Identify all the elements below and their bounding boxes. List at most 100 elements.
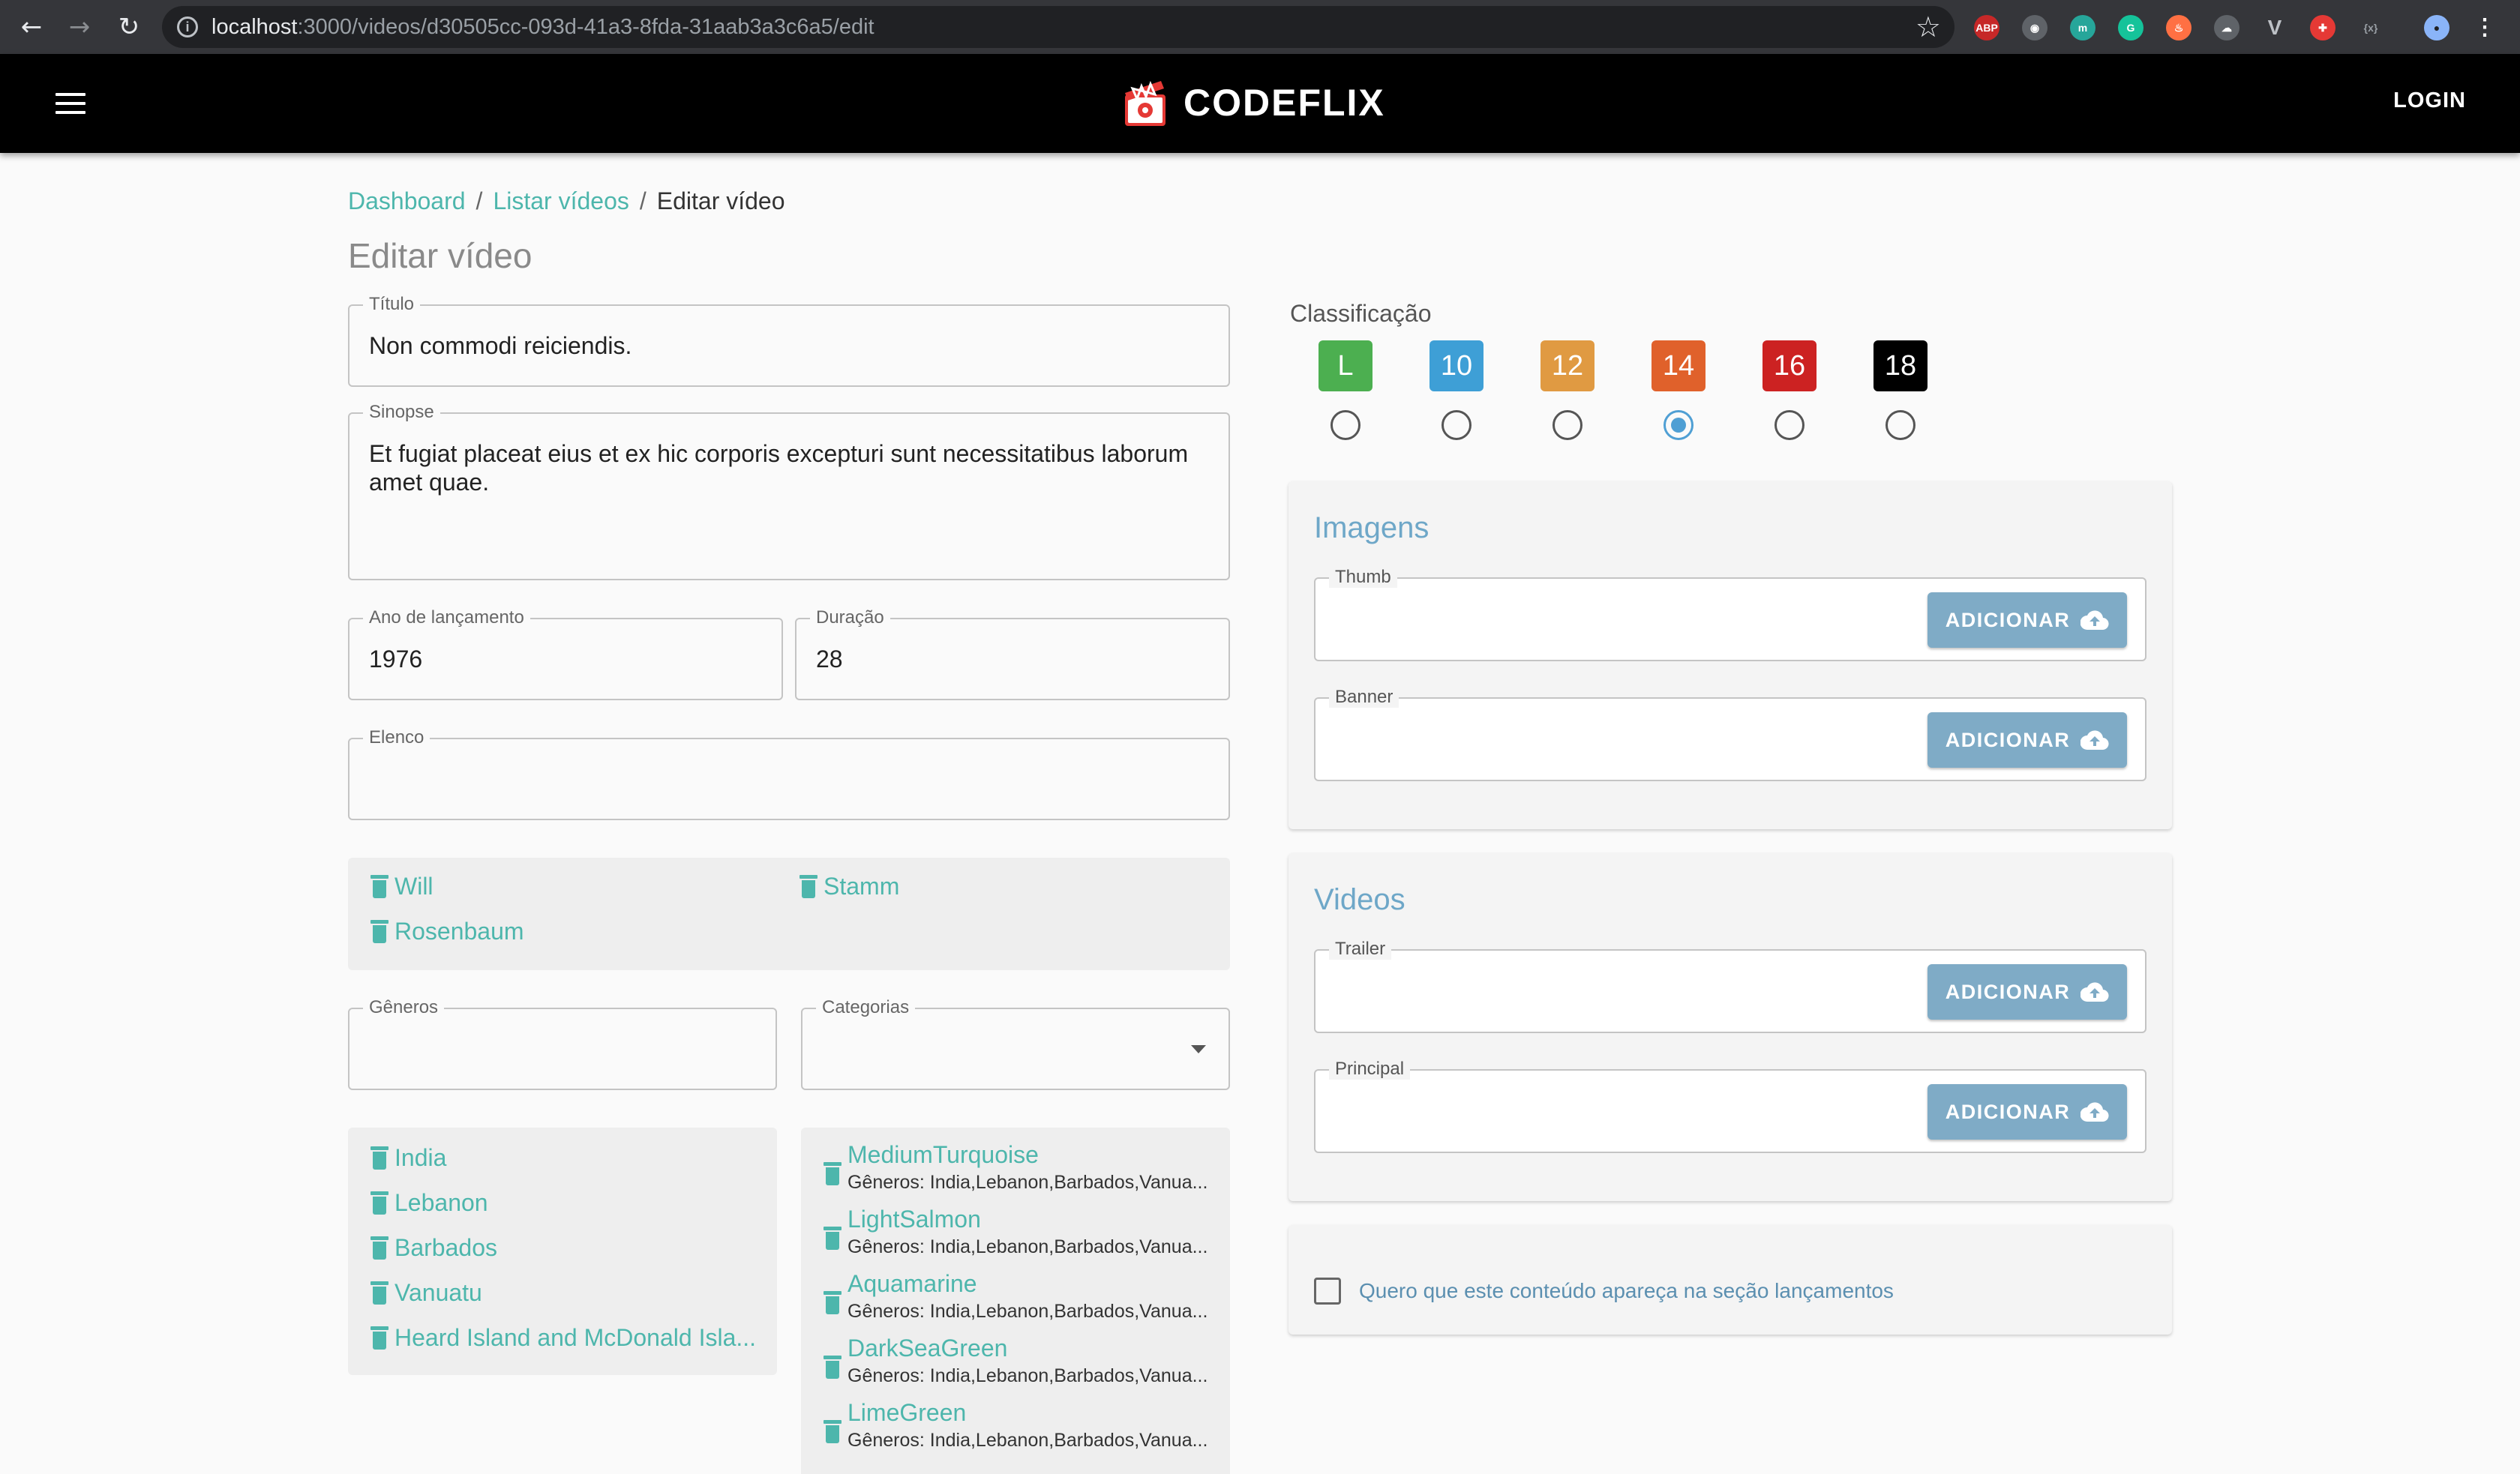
back-icon[interactable]: ← xyxy=(15,10,48,43)
dropdown-arrow-icon[interactable] xyxy=(1191,1045,1206,1053)
generos-field[interactable]: Gêneros xyxy=(348,997,777,1090)
extension-m-icon[interactable]: m xyxy=(2070,15,2096,40)
principal-label: Principal xyxy=(1329,1059,1411,1080)
banner-add-button[interactable]: ADICIONAR xyxy=(1928,712,2127,768)
extension-fire-icon[interactable]: ♨ xyxy=(2166,15,2192,40)
profile-avatar[interactable]: ● xyxy=(2424,15,2450,40)
elenco-field[interactable]: Elenco xyxy=(348,727,1230,820)
delete-icon[interactable] xyxy=(824,1162,842,1186)
lancamento-card: Quero que este conteúdo apareça na seção… xyxy=(1288,1225,2172,1335)
genre-chip[interactable]: Heard Island and McDonald Isla... xyxy=(370,1324,756,1352)
sinopse-value[interactable]: Et fugiat placeat eius et ex hic corpori… xyxy=(369,439,1209,496)
lancamento-checkbox-label[interactable]: Quero que este conteúdo apareça na seção… xyxy=(1359,1279,1894,1303)
thumb-add-button[interactable]: ADICIONAR xyxy=(1928,592,2127,648)
rating-radio[interactable] xyxy=(1442,410,1472,440)
breadcrumb-separator: / xyxy=(639,187,646,214)
category-name: Aquamarine xyxy=(848,1270,977,1297)
genre-chip[interactable]: Vanuatu xyxy=(370,1279,482,1307)
delete-icon[interactable] xyxy=(370,919,388,944)
url-text: localhost:3000/videos/d30505cc-093d-41a3… xyxy=(212,15,874,40)
duracao-field[interactable]: Duração 28 xyxy=(795,607,1230,700)
vue-devtools-icon[interactable]: V xyxy=(2262,15,2288,40)
rating-radio[interactable] xyxy=(1774,410,1804,440)
videos-title: Videos xyxy=(1314,883,1406,916)
extension-icon[interactable]: ◉ xyxy=(2022,15,2048,40)
extension-json-icon[interactable]: {x} xyxy=(2358,15,2384,40)
cast-member-chip[interactable]: Will xyxy=(370,873,434,900)
banner-upload-field[interactable]: Banner ADICIONAR xyxy=(1314,687,2146,781)
principal-add-button[interactable]: ADICIONAR xyxy=(1928,1084,2127,1140)
delete-icon[interactable] xyxy=(824,1227,842,1251)
delete-icon[interactable] xyxy=(370,1146,388,1170)
category-list: MediumTurquoise Gêneros: India,Lebanon,Ba… xyxy=(801,1128,1230,1474)
grammarly-extension-icon[interactable]: G xyxy=(2118,15,2144,40)
rating-radio[interactable] xyxy=(1664,410,1694,440)
ano-value[interactable]: 1976 xyxy=(369,645,762,673)
button-label: ADICIONAR xyxy=(1945,980,2071,1003)
bookmark-star-icon[interactable]: ☆ xyxy=(1916,10,1941,43)
codeflix-logo[interactable]: CODEFLIX xyxy=(1122,76,1385,129)
rating-badge: 16 xyxy=(1762,340,1816,391)
rating-badge: 10 xyxy=(1430,340,1484,391)
delete-icon[interactable] xyxy=(824,1356,842,1380)
delete-icon[interactable] xyxy=(800,874,818,899)
sinopse-field[interactable]: Sinopse Et fugiat placeat eius et ex hic… xyxy=(348,402,1230,580)
forward-icon[interactable]: → xyxy=(63,10,96,43)
sinopse-label: Sinopse xyxy=(363,402,440,423)
genre-chip[interactable]: India xyxy=(370,1144,446,1172)
genre-name: Lebanon xyxy=(394,1189,488,1216)
categorias-select[interactable]: Categorias xyxy=(801,997,1230,1090)
category-genres: Gêneros: India,Lebanon,Barbados,Vanua... xyxy=(848,1301,1208,1322)
rating-radio[interactable] xyxy=(1552,410,1582,440)
reload-icon[interactable]: ↻ xyxy=(112,10,146,43)
rating-radio[interactable] xyxy=(1330,410,1360,440)
category-chip[interactable]: Aquamarine Gêneros: India,Lebanon,Barbado… xyxy=(824,1270,1212,1323)
delete-icon[interactable] xyxy=(370,874,388,899)
breadcrumb-dashboard-link[interactable]: Dashboard xyxy=(348,187,466,214)
ano-field[interactable]: Ano de lançamento 1976 xyxy=(348,607,783,700)
category-genres: Gêneros: India,Lebanon,Barbados,Vanua... xyxy=(848,1236,1208,1257)
extension-cloud-icon[interactable]: ☁ xyxy=(2214,15,2240,40)
delete-icon[interactable] xyxy=(370,1326,388,1350)
titulo-value[interactable]: Non commodi reiciendis. xyxy=(369,331,1209,360)
cast-member-chip[interactable]: Rosenbaum xyxy=(370,918,524,945)
category-chip[interactable]: LimeGreen Gêneros: India,Lebanon,Barbados… xyxy=(824,1399,1212,1452)
address-bar[interactable]: i localhost:3000/videos/d30505cc-093d-41… xyxy=(162,6,1954,48)
category-chip[interactable]: MediumTurquoise Gêneros: India,Lebanon,Ba… xyxy=(824,1141,1212,1194)
genre-chip[interactable]: Barbados xyxy=(370,1234,497,1262)
trailer-upload-field[interactable]: Trailer ADICIONAR xyxy=(1314,939,2146,1033)
banner-label: Banner xyxy=(1329,687,1400,708)
imagens-card: Imagens Thumb ADICIONAR Banner ADICIONAR xyxy=(1288,481,2172,829)
cloud-upload-icon xyxy=(2080,610,2109,630)
category-chip[interactable]: LightSalmon Gêneros: India,Lebanon,Barbad… xyxy=(824,1206,1212,1258)
adblock-extension-icon[interactable]: ABP xyxy=(1974,15,2000,40)
trailer-add-button[interactable]: ADICIONAR xyxy=(1928,964,2127,1020)
cast-member-chip[interactable]: Stamm xyxy=(800,873,899,900)
duracao-label: Duração xyxy=(810,607,890,628)
delete-icon[interactable] xyxy=(370,1236,388,1260)
breadcrumb-videos-link[interactable]: Listar vídeos xyxy=(493,187,628,214)
rating-badge: 18 xyxy=(1874,340,1928,391)
info-icon[interactable]: i xyxy=(177,16,198,37)
lancamento-checkbox[interactable] xyxy=(1314,1278,1341,1305)
titulo-field[interactable]: Título Non commodi reiciendis. xyxy=(348,294,1230,387)
browser-menu-icon[interactable]: ⋮ xyxy=(2472,15,2498,40)
category-name: LimeGreen xyxy=(848,1399,967,1426)
delete-icon[interactable] xyxy=(370,1281,388,1305)
extension-puzzle-icon[interactable]: ✚ xyxy=(2310,15,2336,40)
login-button[interactable]: LOGIN xyxy=(2393,88,2466,113)
rating-radio[interactable] xyxy=(1886,410,1916,440)
genre-chip[interactable]: Lebanon xyxy=(370,1189,488,1217)
titulo-label: Título xyxy=(363,294,421,315)
delete-icon[interactable] xyxy=(824,1291,842,1315)
menu-icon[interactable] xyxy=(56,93,86,115)
app-bar: CODEFLIX LOGIN xyxy=(0,54,2520,153)
thumb-upload-field[interactable]: Thumb ADICIONAR xyxy=(1314,567,2146,661)
principal-upload-field[interactable]: Principal ADICIONAR xyxy=(1314,1059,2146,1153)
category-genres: Gêneros: India,Lebanon,Barbados,Vanua... xyxy=(848,1365,1208,1386)
categorias-label: Categorias xyxy=(816,997,916,1018)
category-chip[interactable]: DarkSeaGreen Gêneros: India,Lebanon,Barba… xyxy=(824,1335,1212,1387)
duracao-value[interactable]: 28 xyxy=(816,645,1209,673)
delete-icon[interactable] xyxy=(370,1191,388,1215)
delete-icon[interactable] xyxy=(824,1420,842,1444)
